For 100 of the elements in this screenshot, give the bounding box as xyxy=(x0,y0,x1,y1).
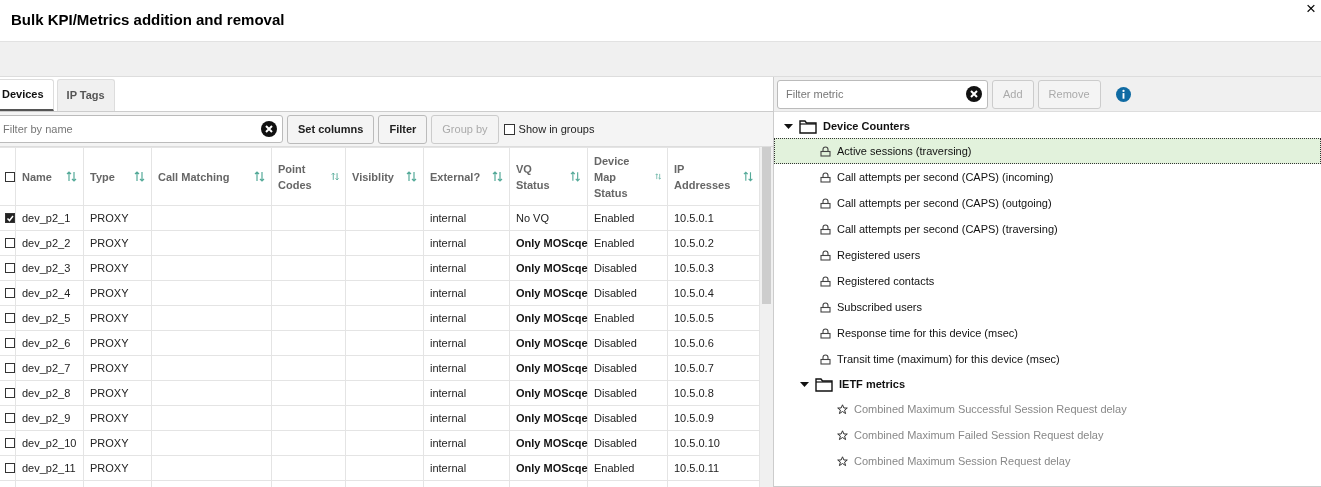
tree-folder[interactable]: IETF metrics xyxy=(839,375,906,393)
lock-icon xyxy=(820,275,831,287)
tree-item[interactable]: Registered users xyxy=(774,242,1321,268)
table-cell: Only MOScqe xyxy=(516,336,588,349)
sort-icon xyxy=(406,171,417,182)
lock-icon xyxy=(820,197,831,209)
filter-field[interactable]: Filter by name xyxy=(0,115,283,143)
checkbox[interactable] xyxy=(5,263,15,273)
close-button[interactable]: × xyxy=(1306,0,1316,17)
scrollbar[interactable] xyxy=(760,147,773,487)
checkbox[interactable] xyxy=(5,363,15,373)
sort-icon xyxy=(570,171,581,182)
info-icon[interactable] xyxy=(1115,86,1131,102)
folder-icon xyxy=(799,118,817,134)
sort-icon xyxy=(492,171,503,182)
table-cell: Enabled xyxy=(594,311,635,324)
lock-icon xyxy=(820,249,831,261)
table-cell: Only MOScqe xyxy=(516,436,588,449)
table-cell: internal xyxy=(430,386,467,399)
tree-item[interactable]: Call attempts per second (CAPS) (outgoing) xyxy=(774,190,1321,216)
sort-icon xyxy=(254,171,265,182)
tree-item[interactable]: Call attempts per second (CAPS) (traversing) xyxy=(774,216,1321,242)
caret-down-icon[interactable] xyxy=(800,379,809,389)
checkbox[interactable] xyxy=(5,338,15,348)
table-cell: 10.5.0.10 xyxy=(674,436,720,449)
table-cell: PROXY xyxy=(90,236,129,249)
table-cell: dev_p2_9 xyxy=(22,411,71,424)
table-cell: PROXY xyxy=(90,211,129,224)
table-cell: PROXY xyxy=(90,361,129,374)
checkbox[interactable] xyxy=(5,288,15,298)
table-cell: PROXY xyxy=(90,386,129,399)
clear-icon[interactable] xyxy=(966,86,982,102)
column-header[interactable]: Visiblity xyxy=(352,168,394,185)
tree-folder[interactable]: Device Counters xyxy=(823,117,910,135)
table-cell: Only MOScqe xyxy=(516,236,588,249)
checkbox[interactable] xyxy=(5,413,15,423)
table-cell: dev_p2_11 xyxy=(22,461,76,474)
table-cell: dev_p2_10 xyxy=(22,436,77,449)
table-cell: internal xyxy=(430,311,467,324)
tab[interactable]: Devices xyxy=(0,79,54,111)
button[interactable]: Filter xyxy=(378,114,428,144)
table-cell: dev_p2_1 xyxy=(22,211,71,224)
checkbox[interactable] xyxy=(503,123,515,135)
button[interactable]: Set columns xyxy=(287,114,375,144)
checkbox[interactable] xyxy=(5,171,15,182)
checkbox[interactable] xyxy=(5,238,15,248)
column-header[interactable]: Type xyxy=(90,168,115,185)
table-cell: Disabled xyxy=(594,261,637,274)
checkbox[interactable] xyxy=(5,438,15,448)
table-cell: Only MOScqe xyxy=(516,411,588,424)
lock-icon xyxy=(820,301,831,313)
star-icon xyxy=(837,403,848,415)
star-icon xyxy=(837,455,848,467)
tree-item[interactable]: Active sessions (traversing) xyxy=(774,138,1321,164)
sort-icon xyxy=(330,171,339,182)
dialog-title: Bulk KPI/Metrics addition and removal xyxy=(11,10,285,31)
filter-field[interactable]: Filter metric xyxy=(777,79,988,109)
table-cell: dev_p2_2 xyxy=(22,236,71,249)
lock-icon xyxy=(820,145,831,157)
table-cell: Only MOScqe xyxy=(516,461,588,474)
table-cell: dev_p2_6 xyxy=(22,336,71,349)
sort-icon xyxy=(742,171,753,182)
table-cell: 10.5.0.11 xyxy=(674,461,720,474)
table-cell: dev_p2_8 xyxy=(22,386,71,399)
table-cell: 10.5.0.2 xyxy=(674,236,714,249)
column-header[interactable]: External? xyxy=(430,168,481,185)
table-cell: internal xyxy=(430,361,467,374)
tree-item[interactable]: Registered contacts xyxy=(774,268,1321,294)
checkbox[interactable] xyxy=(5,463,15,473)
table-cell: internal xyxy=(430,461,467,474)
table-cell: internal xyxy=(430,436,467,449)
table-cell: Disabled xyxy=(594,411,637,424)
table-cell: Only MOScqe xyxy=(516,311,588,324)
table-cell: 10.5.0.6 xyxy=(674,336,714,349)
tree-item[interactable]: Response time for this device (msec) xyxy=(774,320,1321,346)
checkbox[interactable] xyxy=(5,213,15,223)
caret-down-icon[interactable] xyxy=(784,121,793,131)
column-header[interactable]: Name xyxy=(22,168,52,185)
table-cell: Disabled xyxy=(594,336,637,349)
clear-icon[interactable] xyxy=(261,121,277,137)
check-icon xyxy=(6,214,14,222)
checkbox[interactable] xyxy=(5,388,15,398)
column-header[interactable]: Call Matching xyxy=(158,168,230,185)
checkbox-label: Show in groups xyxy=(518,121,595,137)
table-cell: Enabled xyxy=(594,236,635,249)
table-cell: 10.5.0.8 xyxy=(674,386,714,399)
table-cell: Only MOScqe xyxy=(516,286,588,299)
table-cell: 10.5.0.9 xyxy=(674,411,714,424)
table-cell: Enabled xyxy=(594,461,635,474)
tree-item[interactable]: Call attempts per second (CAPS) (incoming) xyxy=(774,164,1321,190)
table-cell: internal xyxy=(430,236,467,249)
tree-item[interactable]: Transit time (maximum) for this device (msec) xyxy=(774,346,1321,372)
tree-item[interactable]: Subscribed users xyxy=(774,294,1321,320)
table-cell: No VQ xyxy=(516,211,549,224)
checkbox[interactable] xyxy=(5,313,15,323)
tab[interactable]: IP Tags xyxy=(56,79,115,111)
table-cell: 10.5.0.4 xyxy=(674,286,714,299)
table-cell: dev_p2_7 xyxy=(22,361,71,374)
table-cell: Disabled xyxy=(594,386,637,399)
lock-icon xyxy=(820,223,831,235)
